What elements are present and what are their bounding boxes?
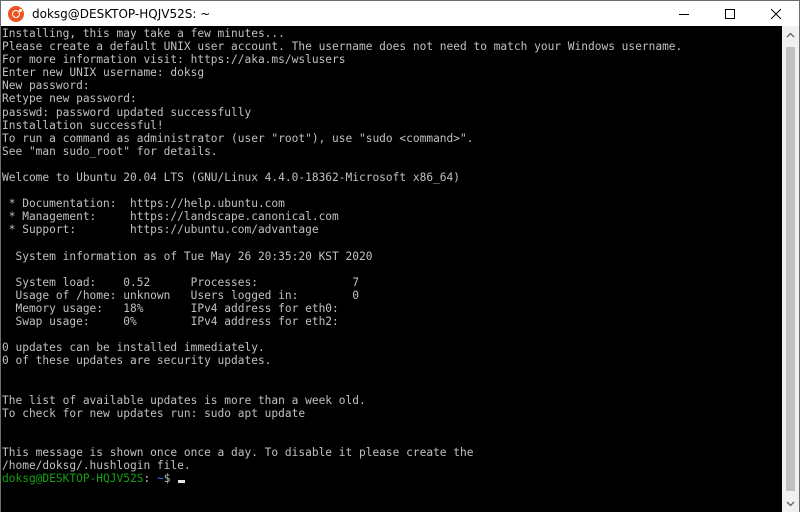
terminal-line: System load: 0.52 Processes: 7 xyxy=(2,275,359,289)
terminal-line: Memory usage: 18% IPv4 address for eth0: xyxy=(2,301,339,315)
maximize-icon xyxy=(725,8,735,19)
terminal-line: Retype new password: xyxy=(2,92,137,106)
vertical-scrollbar[interactable] xyxy=(782,26,799,512)
scroll-down-button[interactable] xyxy=(782,495,799,512)
window-title: doksg@DESKTOP-HQJV52S: ~ xyxy=(32,6,211,21)
minimize-button[interactable] xyxy=(661,1,707,26)
window-controls xyxy=(661,1,799,26)
prompt-line[interactable]: doksg@DESKTOP-HQJV52S: ~$ xyxy=(2,472,782,485)
text-cursor xyxy=(178,480,186,484)
terminal-line: 0 of these updates are security updates. xyxy=(2,354,272,368)
terminal-line: * Management: https://landscape.canonica… xyxy=(2,210,339,224)
ubuntu-icon xyxy=(8,5,24,22)
prompt-symbol: $ xyxy=(163,472,178,486)
terminal-line: See "man sudo_root" for details. xyxy=(2,144,218,158)
terminal-line: * Support: https://ubuntu.com/advantage xyxy=(2,223,319,237)
terminal-output: Installing, this may take a few minutes.… xyxy=(1,26,782,485)
terminal-output-area[interactable]: Installing, this may take a few minutes.… xyxy=(1,26,782,512)
terminal-window: doksg@DESKTOP-HQJV52S: ~ Installing, thi… xyxy=(0,0,800,512)
terminal-line: System information as of Tue May 26 20:3… xyxy=(2,249,373,263)
close-icon xyxy=(771,8,781,19)
chevron-up-icon xyxy=(786,32,795,37)
terminal-line: To check for new updates run: sudo apt u… xyxy=(2,406,306,420)
title-bar[interactable]: doksg@DESKTOP-HQJV52S: ~ xyxy=(1,1,799,26)
terminal-line: Swap usage: 0% IPv4 address for eth2: xyxy=(2,315,339,329)
terminal-line: Usage of /home: unknown Users logged in:… xyxy=(2,288,359,302)
minimize-icon xyxy=(679,13,689,15)
terminal-line: Welcome to Ubuntu 20.04 LTS (GNU/Linux 4… xyxy=(2,171,461,185)
terminal-line: New password: xyxy=(2,79,90,93)
terminal-line: To run a command as administrator (user … xyxy=(2,131,474,145)
prompt-user-host: doksg@DESKTOP-HQJV52S xyxy=(2,472,144,486)
close-button[interactable] xyxy=(753,1,799,26)
chevron-down-icon xyxy=(786,501,795,506)
terminal-line: passwd: password updated successfully xyxy=(2,105,252,119)
terminal-line: For more information visit: https://aka.… xyxy=(2,53,346,67)
scrollbar-thumb[interactable] xyxy=(786,47,795,491)
terminal-line: Installation successful! xyxy=(2,118,164,132)
terminal-line: * Documentation: https://help.ubuntu.com xyxy=(2,197,285,211)
terminal-line: The list of available updates is more th… xyxy=(2,393,366,407)
terminal-line: Please create a default UNIX user accoun… xyxy=(2,40,683,54)
terminal-line: /home/doksg/.hushlogin file. xyxy=(2,459,191,473)
prompt-path: ~ xyxy=(150,472,164,486)
terminal-line: Enter new UNIX username: doksg xyxy=(2,66,205,80)
terminal-line: This message is shown once once a day. T… xyxy=(2,446,474,459)
maximize-button[interactable] xyxy=(707,1,753,26)
terminal-line: Installing, this may take a few minutes.… xyxy=(2,27,285,40)
terminal-line: 0 updates can be installed immediately. xyxy=(2,341,265,355)
scroll-up-button[interactable] xyxy=(782,26,799,43)
